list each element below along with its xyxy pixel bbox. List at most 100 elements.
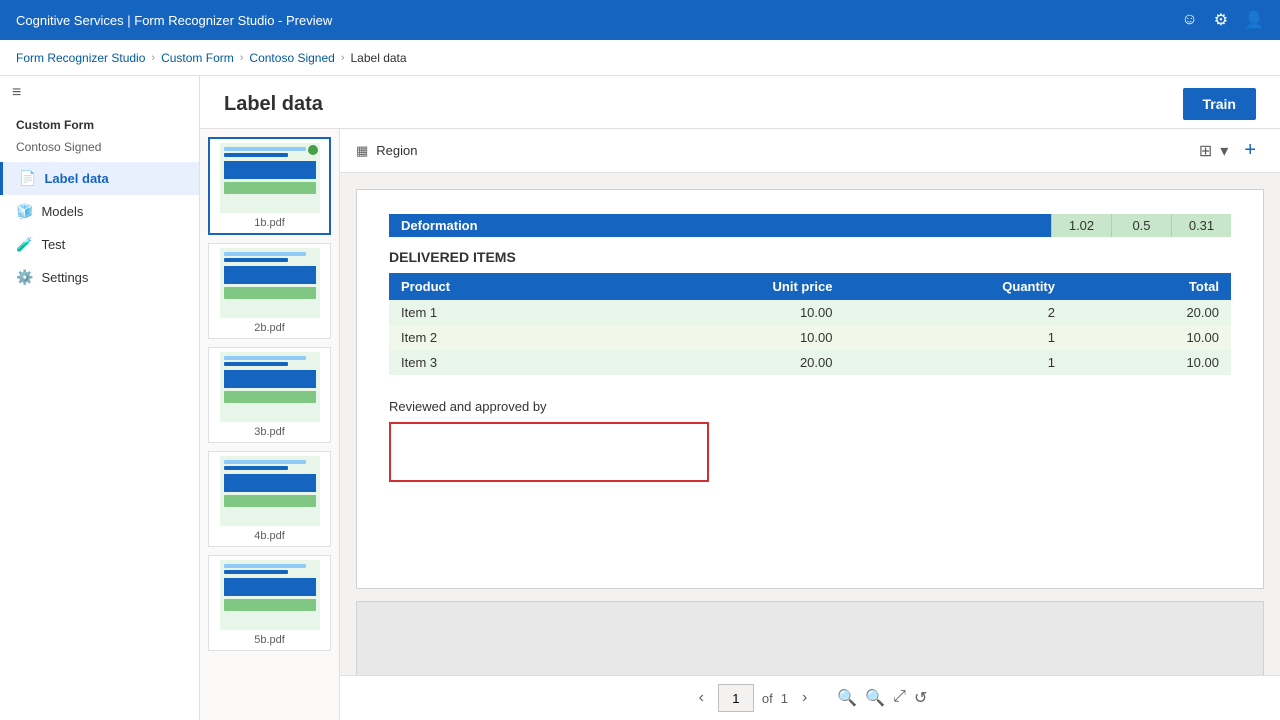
topbar: Cognitive Services | Form Recognizer Stu… <box>0 0 1280 40</box>
col-quantity: Quantity <box>845 273 1068 300</box>
file-name-4: 4b.pdf <box>254 530 285 542</box>
col-total: Total <box>1067 273 1231 300</box>
file-thumb-4[interactable]: 4b.pdf <box>208 451 331 547</box>
deformation-values: 1.02 0.5 0.31 <box>1051 214 1231 237</box>
doc-page-1: Deformation 1.02 0.5 0.31 DELIVERED ITEM… <box>356 189 1264 589</box>
page-number-input[interactable] <box>718 684 754 712</box>
main-layout: ≡ Custom Form Contoso Signed 📄 Label dat… <box>0 76 1280 720</box>
row1-product: Item 1 <box>389 300 601 325</box>
prev-page-button[interactable]: ‹ <box>693 687 710 709</box>
content-area: 1b.pdf 2b.pdf <box>200 129 1280 720</box>
page-title: Label data <box>224 93 323 116</box>
smiley-icon[interactable]: ☺ <box>1181 11 1197 29</box>
file-name-1: 1b.pdf <box>254 217 285 229</box>
reset-icon[interactable]: ↺ <box>914 688 927 708</box>
row3-quantity: 1 <box>845 350 1068 375</box>
file-name-3: 3b.pdf <box>254 426 285 438</box>
models-icon: 🧊 <box>16 203 33 220</box>
file-status-dot <box>308 145 318 155</box>
train-button[interactable]: Train <box>1183 88 1256 120</box>
app-title: Cognitive Services | Form Recognizer Stu… <box>16 13 332 28</box>
layers-icon[interactable]: ⊞ <box>1199 141 1212 161</box>
file-preview-5 <box>220 560 320 630</box>
col-product: Product <box>389 273 601 300</box>
doc-viewer: ▦ Region ⊞ ▾ + Deformation <box>340 129 1280 720</box>
file-preview-2 <box>220 248 320 318</box>
doc-page-2 <box>356 601 1264 675</box>
sidebar: ≡ Custom Form Contoso Signed 📄 Label dat… <box>0 76 200 720</box>
user-icon[interactable]: 👤 <box>1244 10 1264 30</box>
zoom-out-icon[interactable]: 🔍 <box>837 688 857 708</box>
section-title: DELIVERED ITEMS <box>389 249 1231 265</box>
sidebar-item-settings[interactable]: ⚙️ Settings <box>0 261 199 294</box>
col-unit-price: Unit price <box>601 273 844 300</box>
region-icon: ▦ <box>356 143 368 159</box>
region-label: Region <box>376 143 417 158</box>
toolbar-right: ⊞ ▾ + <box>1199 135 1264 166</box>
sidebar-sub-title: Contoso Signed <box>0 136 199 162</box>
sidebar-item-models[interactable]: 🧊 Models <box>0 195 199 228</box>
add-button[interactable]: + <box>1236 135 1264 166</box>
file-preview-4 <box>220 456 320 526</box>
zoom-in-icon[interactable]: 🔍 <box>865 688 885 708</box>
sidebar-toggle[interactable]: ≡ <box>0 76 199 110</box>
test-icon: 🧪 <box>16 236 33 253</box>
row2-unit-price: 10.00 <box>601 325 844 350</box>
items-table: Product Unit price Quantity Total Item 1… <box>389 273 1231 375</box>
chevron-down-icon[interactable]: ▾ <box>1220 141 1228 161</box>
breadcrumb-item-3[interactable]: Contoso Signed <box>249 51 334 65</box>
breadcrumb-sep-2: › <box>240 52 244 64</box>
row3-unit-price: 20.00 <box>601 350 844 375</box>
breadcrumb: Form Recognizer Studio › Custom Form › C… <box>0 40 1280 76</box>
table-row: Item 1 10.00 2 20.00 <box>389 300 1231 325</box>
deformation-row: Deformation 1.02 0.5 0.31 <box>389 214 1231 237</box>
viewer-toolbar: ▦ Region ⊞ ▾ + <box>340 129 1280 173</box>
next-page-button[interactable]: › <box>796 687 813 709</box>
sidebar-label-data-label: Label data <box>44 171 108 186</box>
breadcrumb-item-1[interactable]: Form Recognizer Studio <box>16 51 145 65</box>
file-thumb-5[interactable]: 5b.pdf <box>208 555 331 651</box>
sidebar-settings-label: Settings <box>41 270 88 285</box>
table-row: Item 3 20.00 1 10.00 <box>389 350 1231 375</box>
topbar-icons: ☺ ⚙ 👤 <box>1181 10 1264 30</box>
breadcrumb-sep-3: › <box>341 52 345 64</box>
settings-icon[interactable]: ⚙ <box>1214 10 1228 30</box>
row2-quantity: 1 <box>845 325 1068 350</box>
row1-quantity: 2 <box>845 300 1068 325</box>
deformation-val-3: 0.31 <box>1171 214 1231 237</box>
file-name-5: 5b.pdf <box>254 634 285 646</box>
page-header: Label data Train <box>200 76 1280 129</box>
settings-sidebar-icon: ⚙️ <box>16 269 33 286</box>
deformation-label: Deformation <box>389 214 1051 237</box>
total-pages: 1 <box>781 691 788 706</box>
file-list: 1b.pdf 2b.pdf <box>200 129 340 720</box>
reviewed-label: Reviewed and approved by <box>389 399 1231 414</box>
fit-icon[interactable]: ⤢ <box>893 688 906 708</box>
file-name-2: 2b.pdf <box>254 322 285 334</box>
sidebar-test-label: Test <box>41 237 65 252</box>
sidebar-item-test[interactable]: 🧪 Test <box>0 228 199 261</box>
deformation-val-2: 0.5 <box>1111 214 1171 237</box>
table-row: Item 2 10.00 1 10.00 <box>389 325 1231 350</box>
row1-unit-price: 10.00 <box>601 300 844 325</box>
file-thumb-2[interactable]: 2b.pdf <box>208 243 331 339</box>
table-header-row: Product Unit price Quantity Total <box>389 273 1231 300</box>
sidebar-item-label-data[interactable]: 📄 Label data <box>0 162 199 195</box>
file-thumb-1[interactable]: 1b.pdf <box>208 137 331 235</box>
file-preview-1 <box>220 143 320 213</box>
file-thumb-3[interactable]: 3b.pdf <box>208 347 331 443</box>
sidebar-models-label: Models <box>41 204 83 219</box>
row3-product: Item 3 <box>389 350 601 375</box>
pagination: ‹ of 1 › 🔍 🔍 ⤢ ↺ <box>340 675 1280 720</box>
deformation-val-1: 1.02 <box>1051 214 1111 237</box>
doc-content: Deformation 1.02 0.5 0.31 DELIVERED ITEM… <box>340 173 1280 675</box>
signature-box <box>389 422 709 482</box>
label-data-icon: 📄 <box>19 170 36 187</box>
row1-total: 20.00 <box>1067 300 1231 325</box>
row3-total: 10.00 <box>1067 350 1231 375</box>
file-preview-3 <box>220 352 320 422</box>
breadcrumb-item-2[interactable]: Custom Form <box>161 51 234 65</box>
page-of-label: of <box>762 691 773 706</box>
sidebar-section-title: Custom Form <box>0 110 199 136</box>
breadcrumb-sep-1: › <box>151 52 155 64</box>
